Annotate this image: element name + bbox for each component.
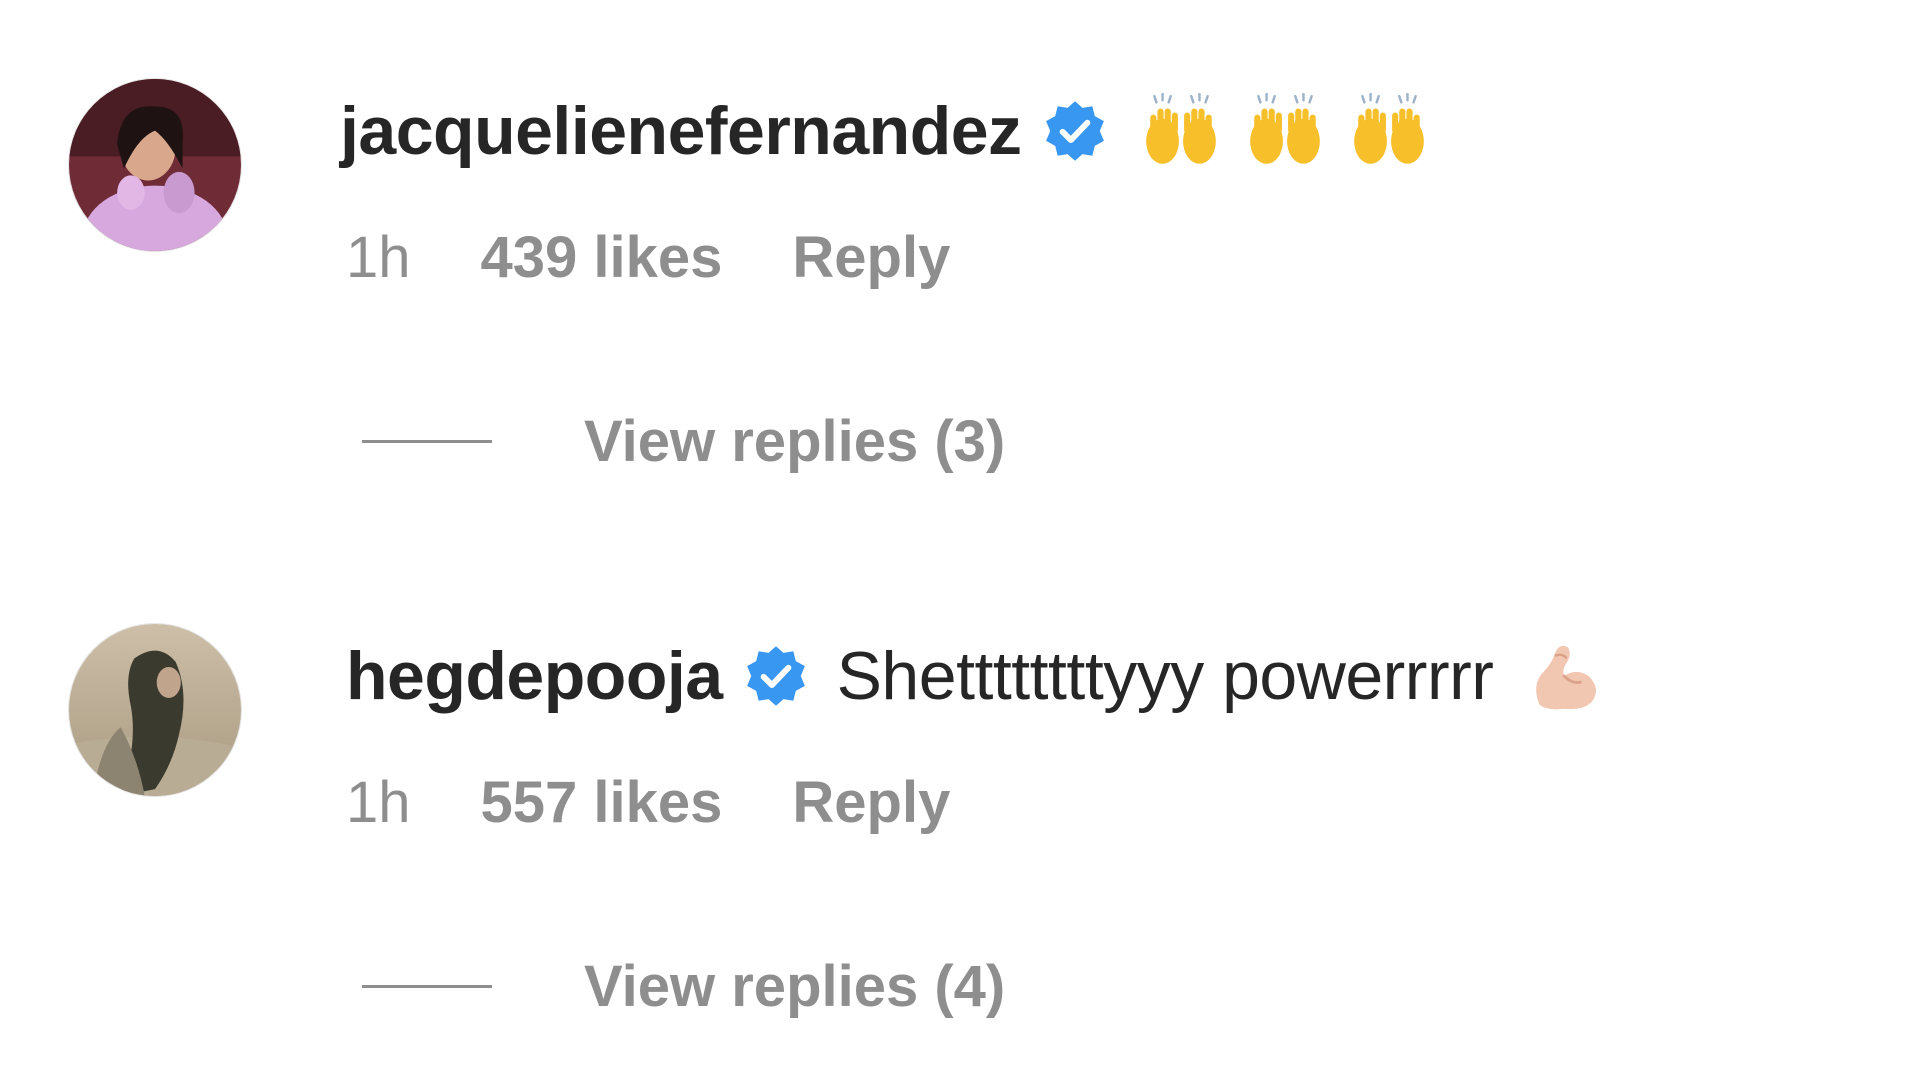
avatar-image	[69, 624, 241, 796]
view-replies-label: View replies (3)	[584, 409, 1006, 474]
flexed-biceps-emoji-icon	[1523, 635, 1605, 717]
verified-badge-icon	[743, 643, 809, 709]
comment-header: hegdepooja Shettttttttyyy powerrrrr	[346, 631, 1605, 721]
comment-timestamp: 1h	[346, 225, 411, 290]
raising-hands-emoji-icon	[1348, 90, 1430, 172]
comment-header: jacquelienefernandez	[340, 86, 1430, 176]
view-replies-label: View replies (4)	[584, 954, 1006, 1019]
comments-panel: jacquelienefernandez 1h 439 likes Reply …	[0, 0, 1920, 1080]
reply-button[interactable]: Reply	[792, 769, 950, 836]
replies-divider-line	[362, 440, 492, 443]
comment-emoji-group	[1140, 90, 1430, 172]
replies-divider-line	[362, 985, 492, 988]
avatar[interactable]	[68, 623, 242, 797]
avatar-image	[69, 79, 241, 251]
verified-badge-icon	[1042, 98, 1108, 164]
comment-meta: 1h 557 likes Reply	[346, 769, 950, 836]
username-link[interactable]: jacquelienefernandez	[340, 92, 1022, 170]
likes-count-button[interactable]: 439 likes	[481, 224, 723, 291]
comment-text: Shettttttttyyy powerrrrr	[836, 638, 1494, 714]
comment-meta: 1h 439 likes Reply	[346, 224, 950, 291]
raising-hands-emoji-icon	[1244, 90, 1326, 172]
likes-count-button[interactable]: 557 likes	[481, 769, 723, 836]
view-replies-button[interactable]: View replies (3)	[362, 408, 1005, 475]
view-replies-button[interactable]: View replies (4)	[362, 953, 1005, 1020]
avatar[interactable]	[68, 78, 242, 252]
raising-hands-emoji-icon	[1140, 90, 1222, 172]
reply-button[interactable]: Reply	[792, 224, 950, 291]
comment-timestamp: 1h	[346, 770, 411, 835]
username-link[interactable]: hegdepooja	[346, 637, 723, 715]
